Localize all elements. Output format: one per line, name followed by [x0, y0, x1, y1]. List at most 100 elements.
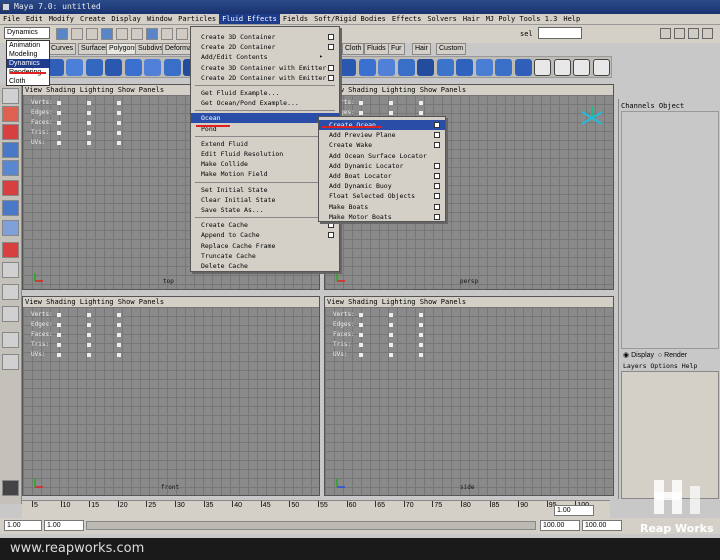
panel-toggle-icon[interactable]: [660, 28, 671, 39]
menu-item-create-ocean[interactable]: Create Ocean: [319, 120, 445, 130]
menu-item-add-dynamic-buoy[interactable]: Add Dynamic Buoy: [319, 181, 445, 191]
shelf-tool-icon[interactable]: [85, 59, 103, 76]
status-line-icon[interactable]: [146, 28, 158, 40]
view-cube-icon[interactable]: [578, 104, 606, 132]
mode-option[interactable]: Dynamics: [7, 59, 49, 68]
menu-item-clear-initial-state[interactable]: Clear Initial State: [191, 195, 339, 205]
menu-item-float-selected-objects[interactable]: Float Selected Objects: [319, 191, 445, 201]
option-box-icon[interactable]: [328, 44, 334, 51]
menu-create[interactable]: Create: [77, 14, 108, 24]
select-tool-icon[interactable]: [2, 88, 19, 104]
viewport-menu[interactable]: View Shading Lighting Show Panels: [325, 85, 613, 95]
tool-icon[interactable]: [2, 354, 19, 370]
tool-icon[interactable]: [2, 332, 19, 348]
menu-item-ocean[interactable]: Ocean▸: [191, 113, 339, 124]
option-box-icon[interactable]: [434, 173, 440, 179]
option-box-icon[interactable]: [434, 193, 440, 200]
status-line-icon[interactable]: [131, 28, 143, 40]
viewport-menu[interactable]: View Shading Lighting Show Panels: [325, 297, 613, 307]
menu-item-delete-cache[interactable]: Delete Cache: [191, 261, 339, 271]
shelf-tool-icon[interactable]: [163, 59, 181, 76]
menu-help[interactable]: Help: [560, 14, 583, 24]
status-line-icon[interactable]: [86, 28, 98, 40]
viewport-side[interactable]: View Shading Lighting Show Panels Verts:…: [324, 296, 614, 496]
shelf-tool-icon[interactable]: [124, 59, 142, 76]
menu-item-add-dynamic-locator[interactable]: Add Dynamic Locator: [319, 161, 445, 171]
tool-icon[interactable]: [2, 242, 19, 258]
menu-item-make-motor-boats[interactable]: Make Motor Boats: [319, 212, 445, 222]
menu-fields[interactable]: Fields: [280, 14, 311, 24]
tool-icon[interactable]: [2, 142, 19, 158]
menu-item-create-2d-container-with-emitter[interactable]: Create 2D Container with Emitter: [191, 73, 339, 83]
tool-icon[interactable]: [2, 480, 19, 496]
viewport-front[interactable]: View Shading Lighting Show Panels Verts:…: [22, 296, 320, 496]
menu-item-edit-fluid-resolution[interactable]: Edit Fluid Resolution: [191, 149, 339, 159]
tool-icon[interactable]: [2, 284, 19, 300]
menu-item-append-to-cache[interactable]: Append to Cache: [191, 230, 339, 240]
range-slider[interactable]: [86, 521, 536, 530]
start-time-field[interactable]: 1.00: [4, 520, 42, 531]
option-box-icon[interactable]: [328, 222, 334, 229]
menu-item-create-3d-container-with-emitter[interactable]: Create 3D Container with Emitter: [191, 63, 339, 73]
menu-item-set-initial-state[interactable]: Set Initial State: [191, 185, 339, 195]
menu-item-make-collide[interactable]: Make Collide: [191, 159, 339, 169]
status-line-icon[interactable]: [116, 28, 128, 40]
tool-icon[interactable]: [2, 220, 19, 236]
viewport-menu[interactable]: View Shading Lighting Show Panels: [23, 297, 319, 307]
layers-menu[interactable]: Layers Options Help: [623, 362, 697, 370]
time-slider[interactable]: 5101520253035404550556065707580859095100: [22, 500, 610, 518]
menu-item-get-fluid-example[interactable]: Get Fluid Example...: [191, 88, 339, 98]
shelf-tab-fluids[interactable]: Fluids: [364, 43, 389, 55]
menu-particles[interactable]: Particles: [175, 14, 219, 24]
playback-end-field[interactable]: 100.00: [540, 520, 580, 531]
option-box-icon[interactable]: [434, 122, 440, 128]
end-time-field[interactable]: 100.00: [582, 520, 622, 531]
mode-selector[interactable]: Dynamics: [4, 27, 50, 39]
menu-item-save-state-as[interactable]: Save State As...: [191, 205, 339, 215]
shelf-tab-curves[interactable]: Curves: [48, 43, 77, 55]
menu-solvers[interactable]: Solvers: [424, 14, 460, 24]
shelf-tool-icon[interactable]: [66, 59, 83, 76]
menu-item-create-2d-container[interactable]: Create 2D Container: [191, 42, 339, 52]
option-box-icon[interactable]: [434, 132, 440, 139]
option-box-icon[interactable]: [434, 142, 440, 149]
menu-file[interactable]: File: [0, 14, 23, 24]
current-frame-field[interactable]: 1.00: [554, 505, 594, 516]
shelf-tool-icon[interactable]: [495, 59, 512, 76]
option-box-icon[interactable]: [328, 74, 334, 81]
shelf-tool-icon[interactable]: [436, 59, 454, 76]
shelf-tool-icon[interactable]: [534, 59, 551, 76]
option-box-icon[interactable]: [434, 162, 440, 169]
option-box-icon[interactable]: [328, 64, 334, 71]
shelf-tool-icon[interactable]: [358, 59, 376, 76]
shelf-tool-icon[interactable]: [553, 59, 571, 76]
menu-item-create-wake[interactable]: Create Wake: [319, 140, 445, 150]
shelf-tab-cloth[interactable]: Cloth: [342, 43, 365, 55]
menu-soft-rigid-bodies[interactable]: Soft/Rigid Bodies: [311, 14, 389, 24]
menu-item-add-ocean-surface-locator[interactable]: Add Ocean Surface Locator: [319, 151, 445, 161]
shelf-tool-icon[interactable]: [105, 59, 122, 76]
tool-icon[interactable]: [2, 200, 19, 216]
channel-box-header[interactable]: Channels Object: [621, 101, 684, 111]
shelf-tool-icon[interactable]: [339, 59, 356, 76]
status-line-icon[interactable]: [56, 28, 68, 40]
sel-input[interactable]: [538, 27, 582, 39]
tool-icon[interactable]: [2, 106, 19, 122]
menu-item-make-boats[interactable]: Make Boats: [319, 202, 445, 212]
menu-window[interactable]: Window: [144, 14, 175, 24]
tool-icon[interactable]: [2, 124, 19, 140]
panel-toggle-icon[interactable]: [702, 28, 713, 39]
shelf-tool-icon[interactable]: [592, 59, 610, 76]
tool-icon[interactable]: [2, 160, 19, 176]
menu-edit[interactable]: Edit: [23, 14, 46, 24]
menu-item-extend-fluid[interactable]: Extend Fluid: [191, 139, 339, 149]
shelf-tool-icon[interactable]: [397, 59, 415, 76]
shelf-tab-hair[interactable]: Hair: [412, 43, 431, 55]
panel-toggle-icon[interactable]: [688, 28, 699, 39]
menu-item-replace-cache-frame[interactable]: Replace Cache Frame: [191, 241, 339, 251]
shelf-tool-icon[interactable]: [475, 59, 493, 76]
shelf-tab-custom[interactable]: Custom: [436, 43, 467, 55]
display-radio[interactable]: ◉: [623, 352, 631, 359]
menu-item-add-boat-locator[interactable]: Add Boat Locator: [319, 171, 445, 181]
menu-modify[interactable]: Modify: [46, 14, 77, 24]
